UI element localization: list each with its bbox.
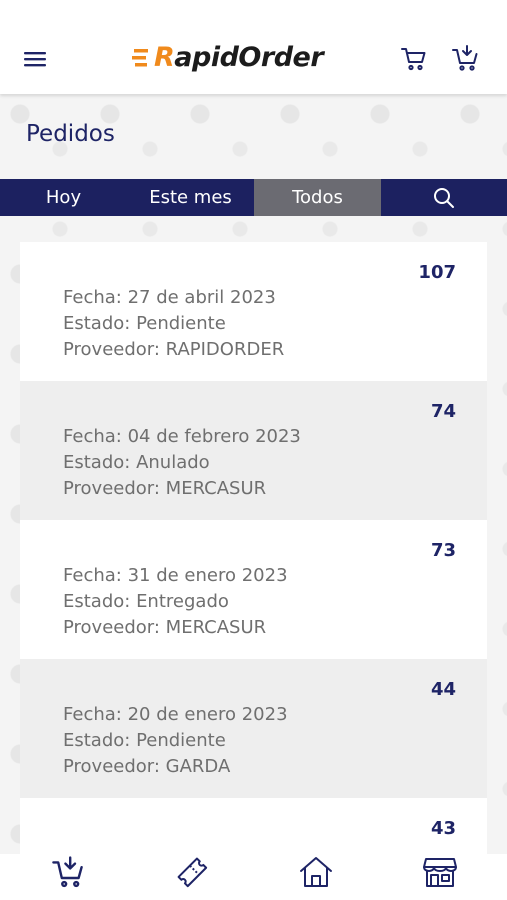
order-supplier: Proveedor: MERCASUR <box>63 478 267 499</box>
ticket-icon <box>177 857 208 888</box>
order-number: 107 <box>418 262 456 283</box>
logo-speed-icon <box>132 49 148 67</box>
cart-add-icon <box>52 856 83 888</box>
order-status: Estado: Pendiente <box>63 730 226 751</box>
store-icon <box>423 858 457 887</box>
nav-home-button[interactable] <box>298 854 334 890</box>
order-status: Estado: Entregado <box>63 591 229 612</box>
order-number: 74 <box>430 401 456 422</box>
cart-add-button[interactable] <box>451 43 481 73</box>
tab-todos[interactable]: Todos <box>254 179 381 216</box>
search-icon <box>434 187 454 208</box>
cart-add-icon <box>452 45 478 71</box>
order-card[interactable]: 74 Fecha: 04 de febrero 2023 Estado: Anu… <box>20 381 487 520</box>
order-card[interactable]: 107 Fecha: 27 de abril 2023 Estado: Pend… <box>20 242 487 381</box>
bottom-nav <box>0 854 507 900</box>
order-card[interactable]: 44 Fecha: 20 de enero 2023 Estado: Pendi… <box>20 659 487 798</box>
order-date: Fecha: 31 de enero 2023 <box>63 565 288 586</box>
page-title: Pedidos <box>26 121 115 147</box>
order-card[interactable]: 73 Fecha: 31 de enero 2023 Estado: Entre… <box>20 520 487 659</box>
app-header: RapidOrder <box>0 0 507 94</box>
cart-icon <box>401 48 426 71</box>
menu-button[interactable] <box>20 46 50 72</box>
order-date: Fecha: 20 de enero 2023 <box>63 704 288 725</box>
tab-hoy[interactable]: Hoy <box>0 179 127 216</box>
nav-ticket-button[interactable] <box>174 854 210 890</box>
filter-tabs: Hoy Este mes Todos <box>0 179 507 216</box>
logo: RapidOrder <box>132 38 324 78</box>
nav-store-button[interactable] <box>422 854 458 890</box>
order-status: Estado: Anulado <box>63 452 210 473</box>
menu-icon <box>24 52 46 67</box>
search-button[interactable] <box>381 179 507 216</box>
order-status: Estado: Pendiente <box>63 313 226 334</box>
order-supplier: Proveedor: GARDA <box>63 756 231 777</box>
tab-este-mes[interactable]: Este mes <box>127 179 254 216</box>
home-icon <box>300 857 332 887</box>
order-list: 107 Fecha: 27 de abril 2023 Estado: Pend… <box>20 242 487 854</box>
logo-text: RapidOrder <box>154 42 324 73</box>
order-number: 43 <box>430 818 456 839</box>
cart-button[interactable] <box>400 45 428 73</box>
order-number: 73 <box>430 540 456 561</box>
order-date: Fecha: 27 de abril 2023 <box>63 287 276 308</box>
order-number: 44 <box>430 679 456 700</box>
order-card[interactable]: 43 <box>20 798 487 854</box>
order-supplier: Proveedor: RAPIDORDER <box>63 339 285 360</box>
nav-cart-button[interactable] <box>51 854 87 890</box>
order-supplier: Proveedor: MERCASUR <box>63 617 267 638</box>
order-date: Fecha: 04 de febrero 2023 <box>63 426 301 447</box>
